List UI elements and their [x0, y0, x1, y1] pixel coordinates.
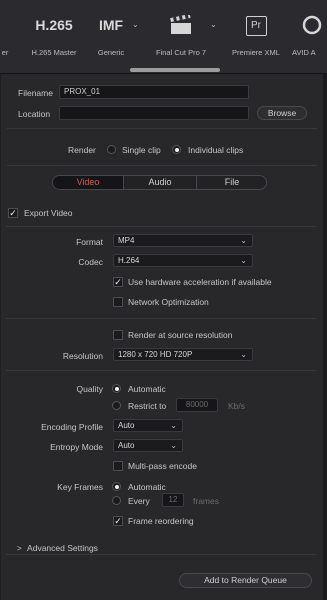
divider — [7, 165, 317, 166]
preset-h265-master[interactable]: H.265 H.265 Master — [22, 10, 86, 57]
preset-scrollbar[interactable] — [130, 68, 220, 72]
quality-label: Quality — [76, 384, 103, 394]
resolution-select[interactable]: 1280 x 720 HD 720P ⌄ — [113, 348, 253, 361]
quality-automatic-radio[interactable] — [112, 384, 121, 393]
multipass-label: Multi-pass encode — [128, 461, 197, 471]
keyframes-every-label: Every — [128, 496, 150, 506]
preset-partial-left[interactable]: er — [0, 10, 12, 57]
divider — [6, 226, 316, 227]
chevron-down-icon[interactable]: ⌄ — [132, 20, 139, 29]
single-clip-radio[interactable] — [107, 145, 116, 154]
codec-label: Codec — [78, 257, 103, 267]
export-video-label: Export Video — [24, 208, 73, 218]
frame-reordering-label: Frame reordering — [128, 516, 194, 526]
h265-icon: H.265 — [35, 17, 73, 33]
export-video-checkbox[interactable]: ✓ — [8, 208, 18, 218]
chevron-down-icon: ⌄ — [240, 236, 247, 245]
chevron-down-icon: ⌄ — [170, 421, 177, 430]
keyframes-unit: frames — [193, 496, 219, 506]
tab-file[interactable]: File — [197, 176, 266, 189]
render-label: Render — [68, 145, 96, 155]
advanced-settings-toggle[interactable]: > Advanced Settings — [17, 543, 98, 553]
key-frames-label: Key Frames — [57, 482, 103, 492]
keyframes-automatic-radio[interactable] — [112, 482, 121, 491]
render-source-resolution-checkbox[interactable] — [113, 330, 123, 340]
panel-scrollbar[interactable] — [323, 74, 327, 600]
chevron-down-icon: ⌄ — [170, 441, 177, 450]
preset-generic[interactable]: IMF Generic — [86, 10, 136, 57]
quality-automatic-label: Automatic — [128, 384, 166, 394]
keyframes-interval-input[interactable]: 12 — [162, 493, 184, 507]
encoding-profile-select[interactable]: Auto ⌄ — [113, 419, 183, 432]
preset-name: er — [1, 48, 9, 57]
encoding-profile-label: Encoding Profile — [41, 422, 103, 432]
browse-button[interactable]: Browse — [257, 106, 307, 120]
location-input[interactable] — [59, 106, 249, 120]
keyframes-every-radio[interactable] — [112, 496, 121, 505]
divider — [6, 370, 316, 371]
output-tabs: Video Audio File — [52, 175, 267, 190]
preset-final-cut-pro-7[interactable]: Final Cut Pro 7 — [146, 10, 216, 57]
preset-avid[interactable]: AVID A — [292, 10, 327, 57]
entropy-mode-select[interactable]: Auto ⌄ — [113, 439, 183, 452]
codec-select[interactable]: H.264 ⌄ — [113, 254, 253, 267]
resolution-label: Resolution — [62, 351, 103, 361]
format-select[interactable]: MP4 ⌄ — [113, 234, 253, 247]
chevron-right-icon: > — [17, 544, 22, 553]
hw-accel-checkbox[interactable]: ✓ — [113, 277, 123, 287]
tab-video[interactable]: Video — [53, 176, 123, 189]
preset-name: Generic — [97, 48, 125, 57]
preset-bar: er H.265 H.265 Master IMF Generic ⌄ Fina… — [0, 0, 327, 74]
avid-icon — [292, 10, 327, 40]
premiere-icon: Pr — [224, 10, 288, 40]
chevron-down-icon: ⌄ — [240, 256, 247, 265]
hw-accel-label: Use hardware acceleration if available — [128, 277, 272, 287]
divider — [6, 318, 316, 319]
bitrate-input[interactable]: 80000 — [176, 398, 218, 412]
add-to-render-queue-button[interactable]: Add to Render Queue — [179, 573, 312, 588]
tab-audio[interactable]: Audio — [124, 176, 196, 189]
preset-name: AVID A — [292, 48, 316, 57]
format-label: Format — [76, 237, 103, 247]
frame-reordering-checkbox[interactable]: ✓ — [113, 516, 123, 526]
multipass-checkbox[interactable] — [113, 461, 123, 471]
chevron-down-icon: ⌄ — [240, 350, 247, 359]
filename-input[interactable]: PROX_01 — [59, 85, 249, 99]
individual-clips-label: Individual clips — [188, 145, 244, 155]
filename-label: Filename — [18, 88, 53, 98]
quality-restrict-radio[interactable] — [112, 401, 121, 410]
location-label: Location — [18, 109, 51, 119]
network-optimization-label: Network Optimization — [128, 297, 209, 307]
preset-premiere-xml[interactable]: Pr Premiere XML — [224, 10, 288, 57]
preset-name: Premiere XML — [232, 48, 280, 57]
render-source-resolution-label: Render at source resolution — [128, 330, 233, 340]
bitrate-unit: Kb/s — [228, 401, 246, 411]
quality-restrict-label: Restrict to — [128, 401, 167, 411]
network-optimization-checkbox[interactable] — [113, 297, 123, 307]
single-clip-label: Single clip — [122, 145, 161, 155]
clapperboard-icon — [146, 10, 216, 40]
preset-name: Final Cut Pro 7 — [155, 48, 207, 57]
divider — [6, 554, 316, 555]
imf-icon: IMF — [98, 17, 124, 33]
preset-name: H.265 Master — [31, 48, 77, 57]
chevron-down-icon[interactable]: ⌄ — [210, 20, 217, 29]
keyframes-automatic-label: Automatic — [128, 482, 166, 492]
divider — [7, 128, 317, 129]
entropy-mode-label: Entropy Mode — [50, 442, 103, 452]
individual-clips-radio[interactable] — [172, 145, 181, 154]
